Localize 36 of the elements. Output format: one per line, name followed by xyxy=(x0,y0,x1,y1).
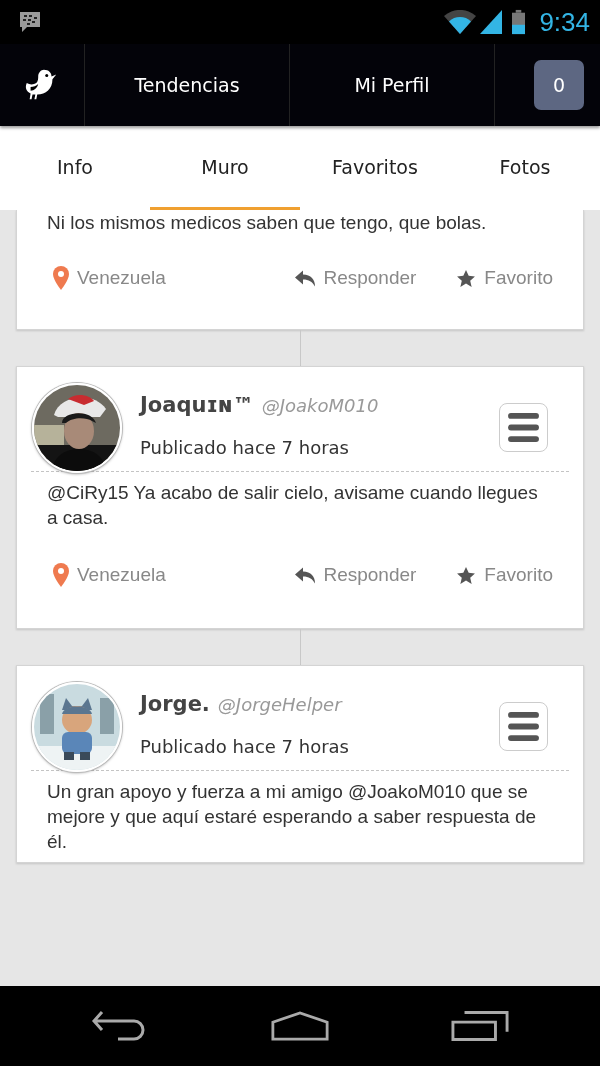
author-name[interactable]: Jorge. xyxy=(140,692,210,716)
recent-apps-icon[interactable] xyxy=(451,1010,509,1042)
tab[interactable]: Fotos xyxy=(450,126,600,210)
pin-icon xyxy=(53,563,69,587)
favorite-link[interactable]: Favorito xyxy=(456,564,553,586)
home-icon[interactable] xyxy=(271,1010,329,1042)
battery-icon xyxy=(512,9,526,35)
author-handle[interactable]: @JoakoM010 xyxy=(261,395,379,416)
post-text: Un gran apoyo y fuerza a mi amigo @JoakoM010 que se mejore y que aquí estaré esperando a saber respuesta de él. xyxy=(46,780,538,854)
reply-link[interactable]: Responder xyxy=(295,564,417,586)
reply-icon xyxy=(295,269,316,287)
menu-icon xyxy=(508,712,539,741)
star-icon xyxy=(456,269,477,287)
notification-count[interactable]: 0 xyxy=(534,60,584,110)
chat-icon xyxy=(18,11,42,33)
pin-icon xyxy=(53,266,69,290)
wifi-icon xyxy=(444,10,477,34)
location-link[interactable]: Venezuela xyxy=(53,563,166,587)
reply-icon xyxy=(295,566,316,584)
favorite-link[interactable]: Favorito xyxy=(456,267,553,289)
post-time: Publicado hace 7 horas xyxy=(140,736,350,757)
menu-icon xyxy=(508,413,539,442)
star-icon xyxy=(456,566,477,584)
author-name[interactable]: Joaquɪɴ™ xyxy=(140,393,254,417)
tab[interactable]: Favoritos xyxy=(300,126,450,210)
menu-button[interactable] xyxy=(499,403,548,452)
reply-link[interactable]: Responder xyxy=(295,267,417,289)
post-text: Ni los mismos medicos saben que tengo, que bolas. xyxy=(46,211,488,235)
post-text: @CiRy15 Ya acabo de salir cielo, avisame cuando llegues a casa. xyxy=(46,481,539,530)
signal-icon xyxy=(480,9,503,35)
location-link[interactable]: Venezuela xyxy=(53,266,166,290)
tab[interactable]: Info xyxy=(0,126,150,210)
menu-button[interactable] xyxy=(499,702,548,751)
author-handle[interactable]: @JorgeHelper xyxy=(217,694,342,715)
status-time: 9:34 xyxy=(539,6,590,38)
post-time: Publicado hace 7 horas xyxy=(140,437,350,458)
